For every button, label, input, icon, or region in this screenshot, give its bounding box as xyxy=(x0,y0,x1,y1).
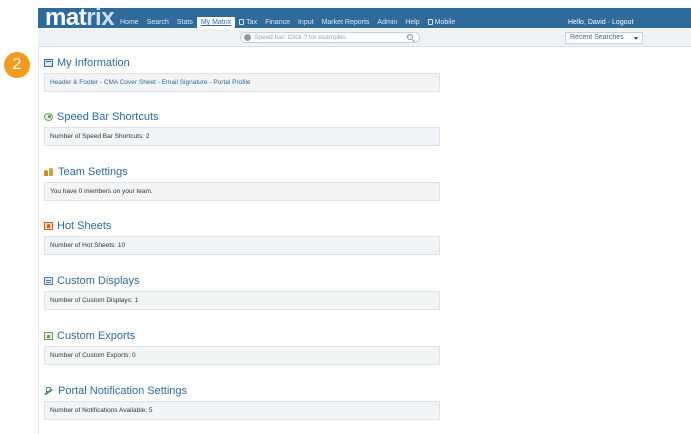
section-title[interactable]: Speed Bar Shortcuts xyxy=(57,110,159,124)
logo-accent: rix xyxy=(86,4,115,31)
section-team-settings: Team Settings You have 0 members on your… xyxy=(44,165,444,201)
speedbar-help-icon[interactable] xyxy=(244,34,251,41)
link-email-signature[interactable]: Email Signature xyxy=(162,79,208,86)
section-content: Number of Hot Sheets: 10 xyxy=(44,236,440,255)
section-portal-notification-settings: Portal Notification Settings Number of N… xyxy=(44,384,444,420)
section-header: Hot Sheets xyxy=(44,219,444,233)
recent-searches-dropdown[interactable]: Recent Searches xyxy=(565,32,643,44)
link-cma-cover-sheet[interactable]: CMA Cover Sheet xyxy=(104,79,156,86)
main-nav: Home Search Stats My Matrix Tax Finance … xyxy=(116,17,459,28)
nav-my-matrix[interactable]: My Matrix xyxy=(196,17,236,28)
section-content: Number of Custom Exports: 0 xyxy=(44,346,440,365)
section-content: You have 0 members on your team. xyxy=(44,182,440,201)
hot-sheet-icon xyxy=(44,222,53,230)
nav-home[interactable]: Home xyxy=(116,17,143,28)
section-speed-bar-shortcuts: Speed Bar Shortcuts Number of Speed Bar … xyxy=(44,110,444,146)
link-portal-profile[interactable]: Portal Profile xyxy=(213,79,250,86)
section-title[interactable]: Custom Displays xyxy=(57,274,140,288)
content-left-border xyxy=(38,46,39,434)
section-custom-displays: Custom Displays Number of Custom Display… xyxy=(44,274,444,310)
display-icon xyxy=(44,277,53,285)
logo-text: mat xyxy=(45,4,87,31)
section-hot-sheets: Hot Sheets Number of Hot Sheets: 10 xyxy=(44,219,444,255)
speed-bar[interactable] xyxy=(240,32,420,43)
step-number-badge: 2 xyxy=(4,52,30,78)
section-header: Speed Bar Shortcuts xyxy=(44,110,444,124)
nav-stats[interactable]: Stats xyxy=(173,17,197,28)
nav-tax-label: Tax xyxy=(246,19,258,26)
info-card-icon xyxy=(44,59,53,67)
nav-mobile-label: Mobile xyxy=(434,19,456,26)
nav-input[interactable]: Input xyxy=(294,17,318,28)
link-header-footer[interactable]: Header & Footer xyxy=(50,79,98,86)
recent-searches-label: Recent Searches xyxy=(570,34,624,41)
section-header: Team Settings xyxy=(44,165,444,179)
section-header: My Information xyxy=(44,56,444,70)
section-header: Custom Displays xyxy=(44,274,444,288)
section-content: Header & Footer - CMA Cover Sheet - Emai… xyxy=(44,73,440,92)
nav-finance[interactable]: Finance xyxy=(261,17,294,28)
section-title[interactable]: My Information xyxy=(57,56,130,70)
nav-admin[interactable]: Admin xyxy=(373,17,401,28)
mobile-icon xyxy=(427,19,433,25)
section-header: Portal Notification Settings xyxy=(44,384,444,398)
section-title[interactable]: Team Settings xyxy=(58,165,128,179)
section-content: Number of Notifications Available: 5 xyxy=(44,401,440,420)
matrix-logo[interactable]: matrix xyxy=(45,4,115,31)
section-title[interactable]: Portal Notification Settings xyxy=(58,384,187,398)
nav-mobile[interactable]: Mobile xyxy=(424,17,460,28)
section-title[interactable]: Custom Exports xyxy=(57,329,135,343)
section-header: Custom Exports xyxy=(44,329,444,343)
speedbar-icon xyxy=(44,113,53,121)
team-icon xyxy=(44,168,54,176)
nav-help[interactable]: Help xyxy=(401,17,423,28)
nav-search[interactable]: Search xyxy=(143,17,173,28)
search-icon[interactable] xyxy=(407,34,413,40)
section-title[interactable]: Hot Sheets xyxy=(57,219,111,233)
speed-bar-input[interactable] xyxy=(254,33,399,42)
section-custom-exports: Custom Exports Number of Custom Exports:… xyxy=(44,329,444,365)
section-my-information: My Information Header & Footer - CMA Cov… xyxy=(44,56,444,92)
export-icon xyxy=(44,332,53,340)
portal-notification-icon xyxy=(44,387,54,395)
greeting-text: Hello, David xyxy=(568,19,606,26)
document-icon xyxy=(239,19,245,25)
section-content: Number of Custom Displays: 1 xyxy=(44,291,440,310)
nav-market-reports[interactable]: Market Reports xyxy=(318,17,374,28)
user-greeting: Hello, David · Logout xyxy=(568,17,633,28)
logout-link[interactable]: Logout xyxy=(612,19,633,26)
nav-tax[interactable]: Tax xyxy=(235,17,261,28)
section-content: Number of Speed Bar Shortcuts: 2 xyxy=(44,127,440,146)
chevron-down-icon xyxy=(634,37,638,40)
